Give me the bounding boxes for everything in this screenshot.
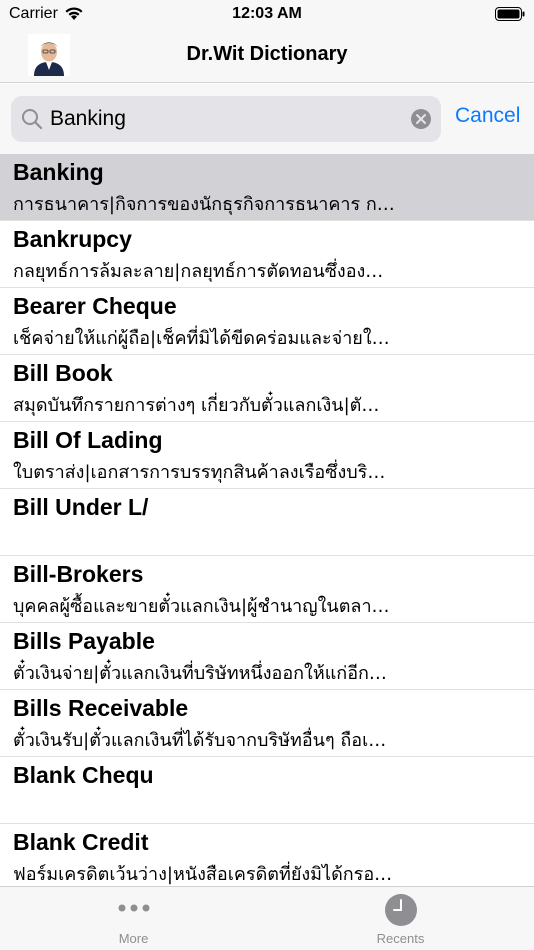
result-row[interactable]: Bills Receivable ตั๋วเงินรับ|ตั๋วแลกเงิน… <box>0 690 534 757</box>
result-term: Bankrupcy <box>13 226 132 252</box>
result-meaning: การธนาคาร|กิจการของนักธุรกิจการธนาคาร ก… <box>13 194 395 215</box>
result-meaning: กลยุทธ์การล้มละลาย|กลยุทธ์การตัดทอนซึ่งอ… <box>13 261 384 282</box>
app-title: Dr.Wit Dictionary <box>186 43 348 65</box>
result-meaning: ใบตราส่ง|เอกสารการบรรทุกสินค้าลงเรือซึ่ง… <box>13 462 386 483</box>
search-bar: Cancel <box>0 84 534 154</box>
result-term: Bill Of Lading <box>13 427 163 453</box>
result-meaning: ตั๋วเงินจ่าย|ตั๋วแลกเงินที่บริษัทหนึ่งออ… <box>13 663 387 684</box>
clock-icon <box>384 894 417 926</box>
result-term: Bearer Cheque <box>13 293 177 319</box>
tab-more-label: More <box>118 931 149 946</box>
search-icon <box>22 109 43 130</box>
tab-bar: More Recents <box>0 886 534 950</box>
cancel-button[interactable]: Cancel <box>455 104 520 128</box>
result-row[interactable]: Bills Payable ตั๋วเงินจ่าย|ตั๋วแลกเงินที… <box>0 623 534 690</box>
result-term: Bill-Brokers <box>13 561 144 587</box>
result-row[interactable]: Bill Under L/ <box>0 489 534 556</box>
result-term: Banking <box>13 159 104 185</box>
search-field-container[interactable] <box>11 96 441 142</box>
clear-icon[interactable] <box>410 108 432 130</box>
result-row[interactable]: Bill-Brokers บุคคลผู้ซื้อและขายตั๋วแลกเง… <box>0 556 534 623</box>
result-term: Bill Book <box>13 360 113 386</box>
result-meaning: บุคคลผู้ซื้อและขายตั๋วแลกเงิน|ผู้ชำนาญใน… <box>13 596 390 617</box>
more-icon <box>118 904 149 912</box>
result-row[interactable]: Bearer Cheque เช็คจ่ายให้แก่ผู้ถือ|เช็คท… <box>0 288 534 355</box>
result-row[interactable]: Blank Chequ <box>0 757 534 824</box>
result-row[interactable]: Bill Book สมุดบันทึกรายการต่างๆ เกี่ยวกั… <box>0 355 534 422</box>
result-row[interactable]: Bill Of Lading ใบตราส่ง|เอกสารการบรรทุกส… <box>0 422 534 489</box>
result-term: Bills Receivable <box>13 695 189 721</box>
result-term: Bill Under L/ <box>13 494 149 520</box>
result-list: Banking การธนาคาร|กิจการของนักธุรกิจการธ… <box>0 154 534 887</box>
navigation-bar: Dr.Wit Dictionary <box>0 30 534 83</box>
tab-recents-label: Recents <box>376 931 425 946</box>
result-term: Blank Chequ <box>13 762 154 788</box>
result-meaning: สมุดบันทึกรายการต่างๆ เกี่ยวกับตั๋วแลกเง… <box>13 395 380 416</box>
clock-time: 12:03 AM <box>232 5 302 22</box>
result-term: Blank Credit <box>13 829 149 855</box>
result-row[interactable]: Bankrupcy กลยุทธ์การล้มละลาย|กลยุทธ์การต… <box>0 221 534 288</box>
search-input[interactable] <box>50 96 400 142</box>
result-meaning: เช็คจ่ายให้แก่ผู้ถือ|เช็คที่มิได้ขีดคร่อ… <box>13 328 390 349</box>
battery-icon <box>495 7 525 21</box>
tab-recents[interactable]: Recents <box>267 887 534 950</box>
status-bar: Carrier 12:03 AM <box>0 0 534 30</box>
result-meaning: ตั๋วเงินรับ|ตั๋วแลกเงินที่ได้รับจากบริษั… <box>13 730 387 751</box>
result-row[interactable]: Banking การธนาคาร|กิจการของนักธุรกิจการธ… <box>0 154 534 221</box>
result-meaning: ฟอร์มเครดิตเว้นว่าง|หนังสือเครดิตที่ยังม… <box>13 864 393 885</box>
tab-more[interactable]: More <box>0 887 267 950</box>
result-term: Bills Payable <box>13 628 155 654</box>
result-row[interactable]: Blank Credit ฟอร์มเครดิตเว้นว่าง|หนังสือ… <box>0 824 534 887</box>
